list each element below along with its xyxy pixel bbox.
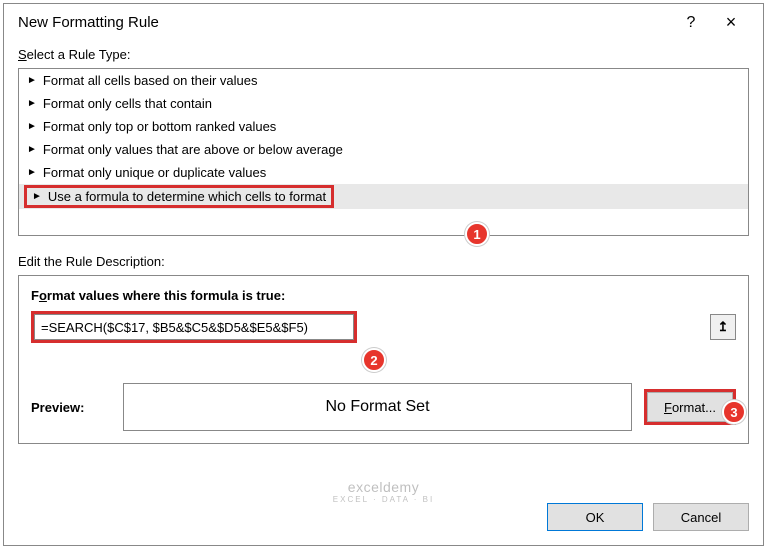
titlebar: New Formatting Rule ? ×	[4, 4, 763, 41]
bullet-icon: ►	[27, 145, 37, 155]
window-title: New Formatting Rule	[18, 14, 671, 31]
rule-type-label: Select a Rule Type:	[18, 47, 749, 62]
dialog-footer: OK Cancel	[4, 493, 763, 545]
rule-type-list[interactable]: ► Format all cells based on their values…	[18, 68, 749, 236]
rule-type-label-accel: S	[18, 47, 27, 62]
format-button[interactable]: Format...	[647, 392, 733, 422]
rule-type-item-formula[interactable]: ► Use a formula to determine which cells…	[19, 184, 748, 209]
rule-type-item-label: Format only values that are above or bel…	[43, 142, 343, 157]
edit-rule-label: Edit the Rule Description:	[18, 254, 749, 269]
rule-type-item[interactable]: ► Format only top or bottom ranked value…	[19, 115, 748, 138]
highlight-box-2	[31, 311, 357, 343]
bullet-icon: ►	[27, 168, 37, 178]
rule-type-item[interactable]: ► Format all cells based on their values	[19, 69, 748, 92]
close-icon[interactable]: ×	[711, 12, 751, 33]
preview-box: No Format Set	[123, 383, 632, 431]
rule-type-item-label: Format only unique or duplicate values	[43, 165, 266, 180]
rule-type-label-text: elect a Rule Type:	[27, 47, 131, 62]
rule-type-item-label: Format only top or bottom ranked values	[43, 119, 276, 134]
content-area: Select a Rule Type: ► Format all cells b…	[4, 41, 763, 493]
rule-type-item-label: Format all cells based on their values	[43, 73, 258, 88]
formula-input[interactable]	[34, 314, 354, 340]
formula-row: ↥	[31, 311, 736, 343]
annotation-badge-2: 2	[362, 348, 386, 372]
bullet-icon: ►	[27, 99, 37, 109]
bullet-icon: ►	[27, 122, 37, 132]
help-icon[interactable]: ?	[671, 14, 711, 32]
collapse-dialog-icon[interactable]: ↥	[710, 314, 736, 340]
bullet-icon: ►	[27, 76, 37, 86]
annotation-badge-1: 1	[465, 222, 489, 246]
rule-type-item[interactable]: ► Format only values that are above or b…	[19, 138, 748, 161]
bullet-icon: ►	[32, 192, 42, 202]
rule-type-item[interactable]: ► Format only cells that contain	[19, 92, 748, 115]
edit-rule-section: Edit the Rule Description: Format values…	[18, 254, 749, 444]
highlight-box-1: ► Use a formula to determine which cells…	[24, 185, 334, 208]
cancel-button[interactable]: Cancel	[653, 503, 749, 531]
new-formatting-rule-dialog: New Formatting Rule ? × Select a Rule Ty…	[3, 3, 764, 546]
rule-type-item-label: Use a formula to determine which cells t…	[48, 189, 326, 204]
rule-type-item-label: Format only cells that contain	[43, 96, 212, 111]
formula-label: Format values where this formula is true…	[31, 288, 736, 303]
ok-button[interactable]: OK	[547, 503, 643, 531]
annotation-badge-3: 3	[722, 400, 746, 424]
preview-row: Preview: No Format Set Format...	[31, 383, 736, 431]
rule-type-item[interactable]: ► Format only unique or duplicate values	[19, 161, 748, 184]
preview-label: Preview:	[31, 400, 111, 415]
